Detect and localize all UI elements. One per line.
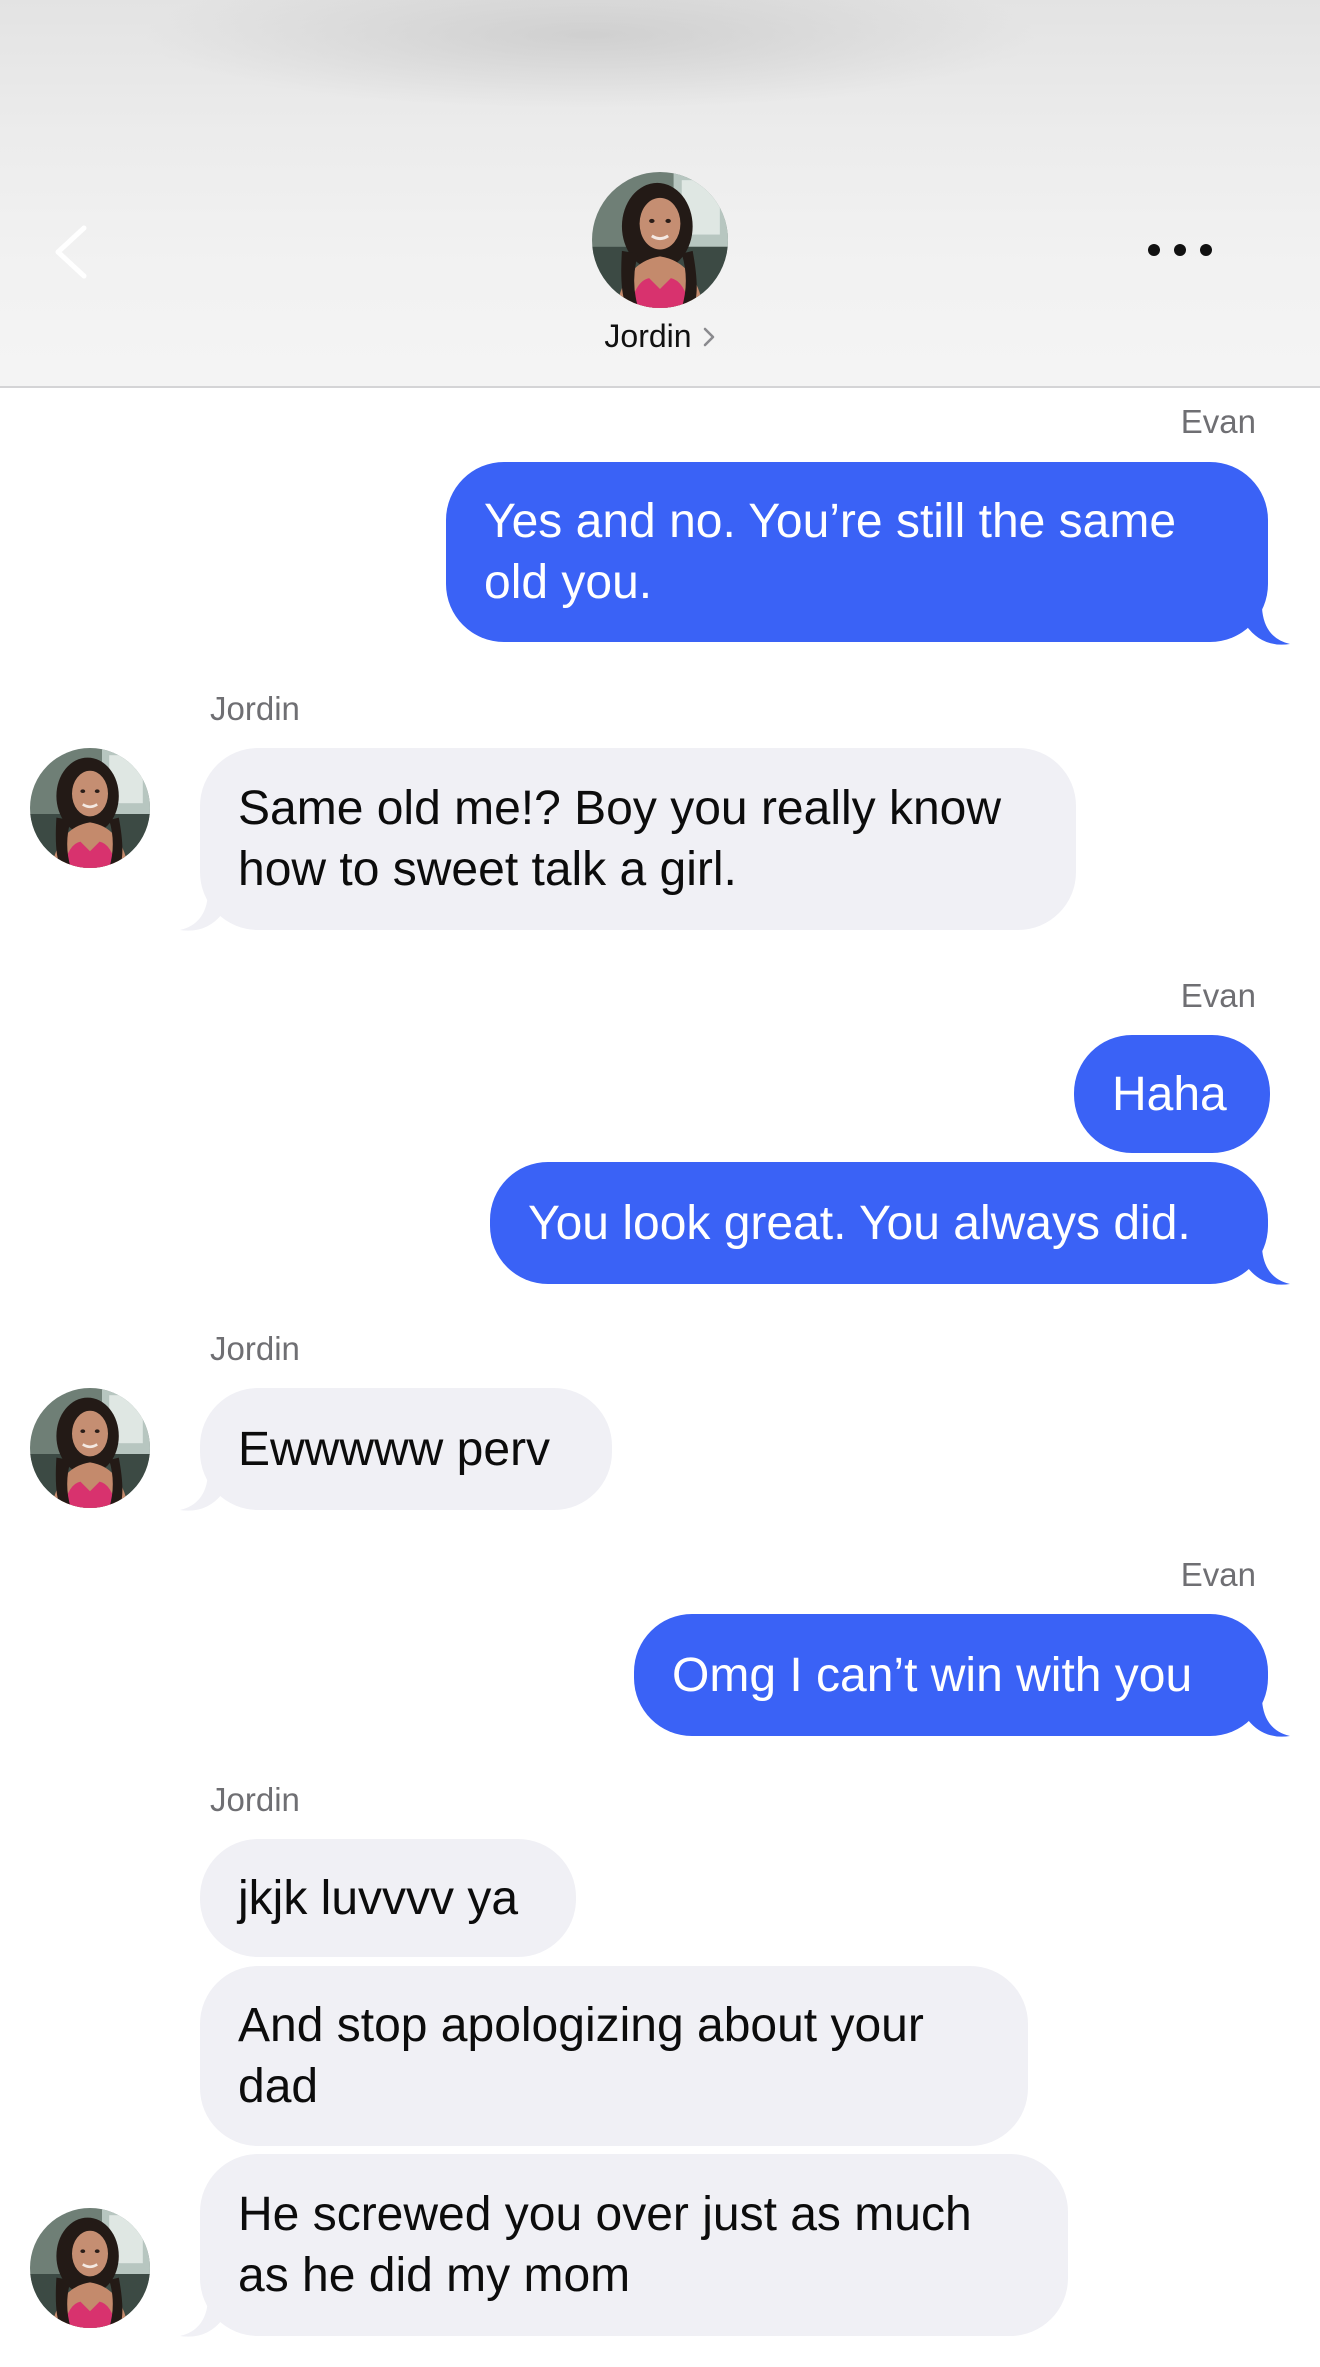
message-bubble-incoming[interactable]: Ewwwww perv [200, 1388, 612, 1510]
contact-photo [30, 1388, 150, 1508]
bubble-tail [180, 2300, 222, 2337]
contact-name-button[interactable]: Jordin [520, 318, 800, 357]
contact-name: Jordin [604, 318, 692, 354]
message-bubble-incoming[interactable]: And stop apologizing about your dad [200, 1966, 1028, 2146]
contact-avatar-small[interactable] [30, 1388, 150, 1508]
sender-label: Jordin [210, 1781, 300, 1818]
sender-label: Evan [1180, 1556, 1256, 1593]
more-options-button[interactable] [1140, 230, 1220, 270]
bubble-tail [1248, 608, 1290, 645]
contact-photo [30, 748, 150, 868]
header-backdrop [140, 0, 1040, 110]
sender-label: Jordin [210, 1330, 300, 1367]
contact-avatar-small[interactable] [30, 748, 150, 868]
message-bubble-outgoing[interactable]: Omg I can’t win with you [634, 1614, 1268, 1736]
message-bubble-outgoing[interactable]: Yes and no. You’re still the same old yo… [446, 462, 1268, 642]
sender-label: Evan [1180, 977, 1256, 1014]
chevron-left-icon [55, 225, 87, 279]
contact-photo [592, 172, 728, 308]
chevron-right-icon [702, 320, 716, 357]
message-bubble-incoming[interactable]: jkjk luvvvv ya [200, 1839, 576, 1957]
contact-avatar[interactable] [592, 172, 728, 308]
message-bubble-outgoing[interactable]: You look great. You always did. [490, 1162, 1268, 1284]
message-bubble-incoming[interactable]: Same old me!? Boy you really know how to… [200, 748, 1076, 930]
bubble-tail [180, 894, 222, 931]
bubble-tail [1248, 1248, 1290, 1285]
contact-photo [30, 2208, 150, 2328]
conversation-header: Jordin [0, 0, 1320, 388]
message-bubble-incoming[interactable]: He screwed you over just as much as he d… [200, 2154, 1068, 2336]
chat-screen: Jordin Evan Yes and no. You’re still the… [0, 0, 1320, 2367]
message-bubble-outgoing[interactable]: Haha [1074, 1035, 1270, 1153]
sender-label: Jordin [210, 690, 300, 727]
bubble-tail [1248, 1700, 1290, 1737]
more-horizontal-icon [1148, 244, 1212, 256]
bubble-tail [180, 1474, 222, 1511]
back-button[interactable] [50, 212, 110, 292]
contact-avatar-small[interactable] [30, 2208, 150, 2328]
sender-label: Evan [1180, 403, 1256, 440]
